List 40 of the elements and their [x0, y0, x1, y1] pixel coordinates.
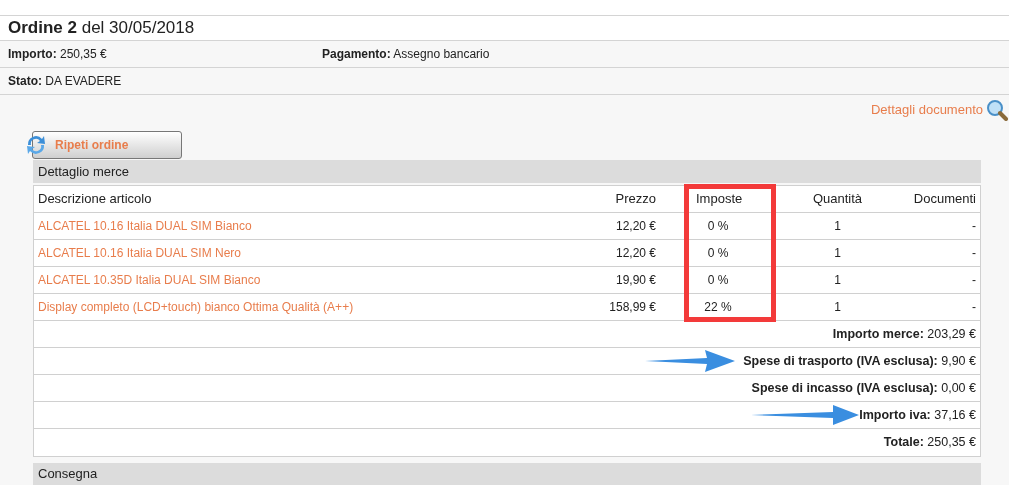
column-header: Documenti — [912, 190, 977, 209]
summary-text: Totale: 250,35 € — [883, 434, 976, 452]
table-cell-text: 1 — [833, 299, 842, 316]
table-cell-text: 22 % — [703, 299, 733, 316]
payment-text: Pagamento: Assegno bancario — [322, 46, 490, 63]
product-link[interactable]: Display completo (LCD+touch) bianco Ottima Qualità (A++) — [34, 298, 540, 316]
table-cell-text: - — [971, 245, 977, 262]
magnifier-icon — [986, 99, 1008, 121]
status-text: Stato: DA EVADERE — [8, 73, 122, 90]
summary-text: Importo iva: 37,16 € — [859, 406, 976, 424]
column-header: Descrizione articolo — [37, 190, 153, 209]
summary-text: Spese di trasporto (IVA esclusa): 9,90 € — [743, 352, 976, 370]
table-cell-text: 12,20 € — [614, 218, 657, 235]
amount-text: Importo: 250,35 € — [8, 46, 108, 63]
table-cell-text: 0 % — [706, 245, 730, 262]
repeat-order-button[interactable]: Ripeti ordine — [32, 131, 182, 159]
product-link[interactable]: ALCATEL 10.35D Italia DUAL SIM Bianco — [34, 271, 540, 289]
order-title: Ordine 2 del 30/05/2018 — [8, 17, 195, 40]
table-cell-text: - — [971, 218, 977, 235]
table-cell-text: 12,20 € — [614, 245, 657, 262]
section-header: Consegna — [33, 463, 981, 485]
column-header: Quantità — [811, 190, 864, 209]
summary-text: Spese di incasso (IVA esclusa): 0,00 € — [751, 379, 976, 397]
table-cell-text: 1 — [833, 245, 842, 262]
table-cell-text: 0 % — [706, 218, 730, 235]
refresh-icon — [24, 133, 48, 157]
table-cell-text: 158,99 € — [608, 299, 657, 316]
table-cell-text: 1 — [833, 272, 842, 289]
table-cell-text: 1 — [833, 218, 842, 235]
table-cell-text: - — [971, 299, 977, 316]
column-header: Imposte — [695, 190, 744, 209]
section-header: Dettaglio merce — [33, 160, 981, 183]
summary-text: Importo merce: 203,29 € — [832, 325, 976, 343]
table-cell-text: - — [971, 272, 977, 289]
product-link[interactable]: ALCATEL 10.16 Italia DUAL SIM Nero — [34, 244, 540, 262]
product-link[interactable]: ALCATEL 10.16 Italia DUAL SIM Bianco — [34, 217, 540, 235]
table-cell-text: 0 % — [706, 272, 730, 289]
table-cell-text: 19,90 € — [614, 272, 657, 289]
column-header: Prezzo — [614, 190, 657, 209]
details-link[interactable]: Dettagli documento — [871, 100, 983, 120]
